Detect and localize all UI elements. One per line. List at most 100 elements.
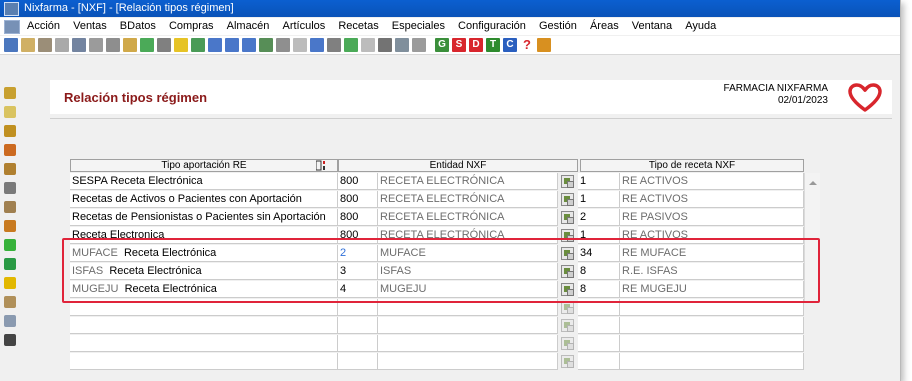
cell-tipo-aportacion[interactable]: SESPA Receta Electrónica xyxy=(70,173,338,190)
tools-icon[interactable] xyxy=(344,38,358,52)
truck-icon[interactable] xyxy=(4,163,16,175)
menu-ventas[interactable]: Ventas xyxy=(73,20,107,32)
sync-icon[interactable] xyxy=(4,258,16,270)
team-icon[interactable] xyxy=(4,315,16,327)
exit-icon[interactable] xyxy=(4,38,18,52)
cell-entidad-code[interactable]: 800 xyxy=(338,191,378,208)
badge-icon[interactable] xyxy=(4,106,16,118)
user-icon[interactable] xyxy=(4,125,16,137)
forward-icon[interactable] xyxy=(208,38,222,52)
document-icon[interactable] xyxy=(123,38,137,52)
lookup-button-icon[interactable] xyxy=(561,211,574,224)
empty-cell[interactable] xyxy=(620,353,804,370)
menu-ventana[interactable]: Ventana xyxy=(632,20,672,32)
cell-receta-name[interactable]: RE ACTIVOS xyxy=(620,191,804,208)
barcode-icon[interactable] xyxy=(4,334,16,346)
menu-bdatos[interactable]: BDatos xyxy=(120,20,156,32)
cell-receta-code[interactable]: 2 xyxy=(578,209,620,226)
menu-recetas[interactable]: Recetas xyxy=(338,20,378,32)
print-icon[interactable] xyxy=(276,38,290,52)
menu-areas[interactable]: Áreas xyxy=(590,20,619,32)
lookup-button-icon[interactable] xyxy=(561,319,574,332)
home-icon[interactable] xyxy=(537,38,551,52)
empty-cell[interactable] xyxy=(578,353,620,370)
scroll-up-arrow-icon[interactable] xyxy=(809,181,817,185)
person-icon[interactable] xyxy=(4,296,16,308)
menu-accion[interactable]: Acción xyxy=(27,20,60,32)
empty-cell[interactable] xyxy=(70,317,338,334)
printer-icon[interactable] xyxy=(4,87,16,99)
document-window-icon[interactable] xyxy=(4,20,20,34)
menu-especiales[interactable]: Especiales xyxy=(392,20,445,32)
cell-entidad-name[interactable]: RECETA ELECTRÓNICA xyxy=(378,191,558,208)
toolbar-g-button[interactable]: G xyxy=(435,38,449,52)
empty-cell[interactable] xyxy=(378,317,558,334)
cell-entidad-code[interactable]: 800 xyxy=(338,173,378,190)
menu-ayuda[interactable]: Ayuda xyxy=(685,20,716,32)
send-icon[interactable] xyxy=(259,38,273,52)
edit-icon[interactable] xyxy=(38,38,52,52)
lookup-button-icon[interactable] xyxy=(561,355,574,368)
pen-icon[interactable] xyxy=(4,182,16,194)
empty-cell[interactable] xyxy=(338,317,378,334)
empty-cell[interactable] xyxy=(578,317,620,334)
cell-tipo-aportacion[interactable]: Recetas de Pensionistas o Pacientes sin … xyxy=(70,209,338,226)
arrow-left-icon[interactable] xyxy=(225,38,239,52)
cell-receta-name[interactable]: RE PASIVOS xyxy=(620,209,804,226)
cell-receta-code[interactable]: 1 xyxy=(578,191,620,208)
cell-entidad-code[interactable]: 800 xyxy=(338,209,378,226)
toolbar-c-button[interactable]: C xyxy=(503,38,517,52)
add-icon[interactable] xyxy=(4,239,16,251)
car-icon[interactable] xyxy=(72,38,86,52)
lookup-button-icon[interactable] xyxy=(561,193,574,206)
warning-icon[interactable] xyxy=(4,277,16,289)
home-icon[interactable] xyxy=(361,38,375,52)
lookup-button-icon[interactable] xyxy=(561,337,574,350)
cell-receta-name[interactable]: RE ACTIVOS xyxy=(620,173,804,190)
refresh-icon[interactable] xyxy=(293,38,307,52)
empty-cell[interactable] xyxy=(620,317,804,334)
menu-almacen[interactable]: Almacén xyxy=(227,20,270,32)
empty-cell[interactable] xyxy=(70,335,338,352)
cart-icon[interactable] xyxy=(412,38,426,52)
star-icon[interactable] xyxy=(191,38,205,52)
column-header-tipo-receta[interactable]: Tipo de receta NXF xyxy=(580,159,804,172)
copy-icon[interactable] xyxy=(157,38,171,52)
new-document-icon[interactable] xyxy=(21,38,35,52)
cell-receta-code[interactable]: 1 xyxy=(578,173,620,190)
pin-icon[interactable] xyxy=(310,38,324,52)
cell-entidad-name[interactable]: RECETA ELECTRÓNICA xyxy=(378,209,558,226)
toolbar-s-button[interactable]: S xyxy=(452,38,466,52)
toolbar-d-button[interactable]: D xyxy=(469,38,483,52)
chart-icon[interactable] xyxy=(140,38,154,52)
report-icon[interactable] xyxy=(106,38,120,52)
column-filter-icon[interactable] xyxy=(315,160,328,171)
settings-icon[interactable] xyxy=(55,38,69,52)
empty-cell[interactable] xyxy=(378,353,558,370)
users-icon[interactable] xyxy=(4,201,16,213)
menu-articulos[interactable]: Artículos xyxy=(282,20,325,32)
menu-configuracion[interactable]: Configuración xyxy=(458,20,526,32)
empty-cell[interactable] xyxy=(378,335,558,352)
menu-compras[interactable]: Compras xyxy=(169,20,214,32)
lookup-button-icon[interactable] xyxy=(561,175,574,188)
empty-cell[interactable] xyxy=(338,353,378,370)
menu-gestion[interactable]: Gestión xyxy=(539,20,577,32)
empty-cell[interactable] xyxy=(620,335,804,352)
monitor-icon[interactable] xyxy=(4,220,16,232)
empty-cell[interactable] xyxy=(338,335,378,352)
column-header-tipo-aportacion[interactable]: Tipo aportación RE xyxy=(70,159,338,172)
help-icon[interactable]: ? xyxy=(520,38,534,52)
cell-tipo-aportacion[interactable]: Recetas de Activos o Pacientes con Aport… xyxy=(70,191,338,208)
pencil-icon[interactable] xyxy=(89,38,103,52)
stop-icon[interactable] xyxy=(378,38,392,52)
column-header-entidad[interactable]: Entidad NXF xyxy=(338,159,578,172)
cell-entidad-name[interactable]: RECETA ELECTRÓNICA xyxy=(378,173,558,190)
empty-cell[interactable] xyxy=(70,353,338,370)
monitor-icon[interactable] xyxy=(395,38,409,52)
brush-icon[interactable] xyxy=(327,38,341,52)
toolbar-t-button[interactable]: T xyxy=(486,38,500,52)
empty-cell[interactable] xyxy=(578,335,620,352)
cart-icon[interactable] xyxy=(4,144,16,156)
star-outline-icon[interactable] xyxy=(174,38,188,52)
